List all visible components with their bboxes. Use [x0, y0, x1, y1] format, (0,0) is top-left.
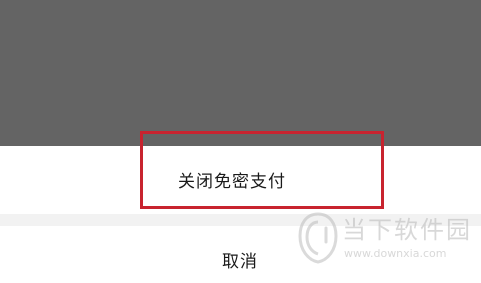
watermark-name: 当下软件园 — [342, 216, 472, 244]
close-password-free-payment-button[interactable]: 关闭免密支付 — [0, 146, 481, 214]
watermark-url: www.downxia.com — [344, 247, 447, 260]
dimmed-overlay[interactable] — [0, 0, 481, 146]
cancel-label: 取消 — [222, 252, 258, 272]
close-password-free-payment-label: 关闭免密支付 — [178, 172, 286, 192]
watermark: 当下软件园 www.downxia.com — [296, 210, 476, 270]
watermark-logo-icon — [298, 212, 338, 264]
